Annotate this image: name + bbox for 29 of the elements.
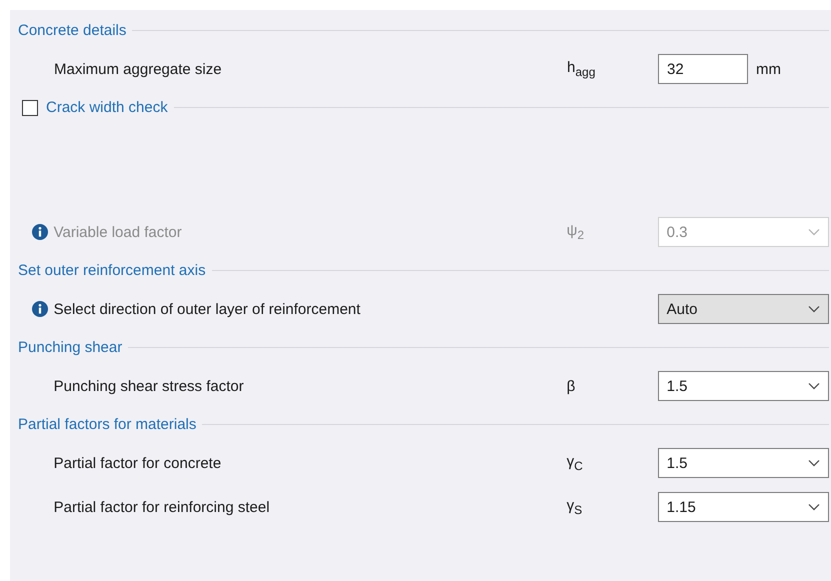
chevron-icon (808, 459, 820, 467)
section-title: Crack width check (46, 99, 168, 116)
field-label: Partial factor for reinforcing steel (54, 498, 271, 516)
dropdown[interactable]: 1.5 (658, 448, 829, 478)
dropdown[interactable]: 1.5 (658, 371, 829, 401)
field-label: Maximum aggregate size (54, 60, 223, 78)
info-icon[interactable] (32, 301, 48, 317)
number-field[interactable]: 32 (658, 54, 748, 84)
chevron-icon (808, 503, 820, 511)
symbol: β (566, 378, 576, 394)
section-title: Set outer reinforcement axis (18, 262, 206, 279)
chevron-icon (808, 228, 820, 236)
section-title: Punching shear (18, 339, 122, 356)
section-title: Partial factors for materials (18, 416, 196, 433)
symbol: ψ$_{2}$ (566, 222, 586, 242)
checkbox[interactable] (22, 100, 38, 116)
field-label: Variable load factor (54, 224, 183, 240)
field-label: Punching shear stress factor (54, 378, 245, 394)
dropdown[interactable]: 1.15 (658, 492, 829, 522)
section-title: Concrete details (18, 22, 126, 39)
symbol: γ$_{C}$ (566, 453, 584, 473)
dropdown[interactable]: Auto (658, 294, 829, 324)
field-label: Select direction of outer layer of reinforcement (54, 300, 362, 318)
field-label: Partial factor for concrete (54, 454, 222, 472)
symbol: h$_{agg}$ (567, 59, 596, 79)
unit: mm (756, 60, 781, 78)
chevron-icon (808, 382, 820, 390)
chevron-icon (808, 305, 820, 313)
symbol: γ$_{S}$ (566, 497, 584, 517)
